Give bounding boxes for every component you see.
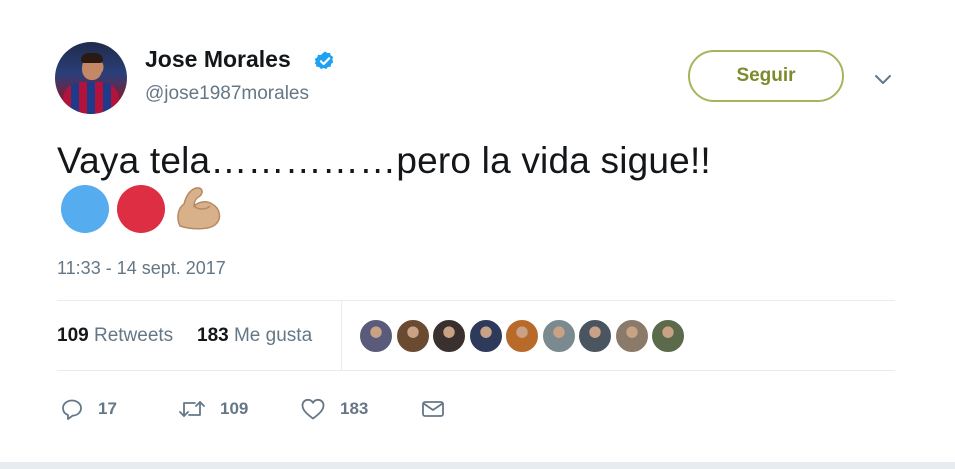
reply-action[interactable]: 17 xyxy=(60,395,117,423)
heart-icon xyxy=(301,398,325,420)
liker-avatar[interactable] xyxy=(540,318,577,354)
tweet-text: Vaya tela……………pero la vida sigue!! xyxy=(57,140,711,181)
divider xyxy=(57,370,895,371)
tweet-card: Jose Morales @jose1987morales Seguir Vay… xyxy=(0,0,955,469)
liker-avatar[interactable] xyxy=(577,318,613,354)
liker-avatar[interactable] xyxy=(431,318,467,354)
verified-badge-icon xyxy=(314,51,334,69)
flexed-biceps-icon xyxy=(177,187,221,230)
retweet-count: 109 xyxy=(220,399,249,418)
liker-avatar[interactable] xyxy=(613,318,650,354)
liker-avatar[interactable] xyxy=(650,318,686,354)
tweet-timestamp[interactable]: 11:33 - 14 sept. 2017 xyxy=(57,258,226,279)
reply-icon xyxy=(62,399,82,420)
retweet-icon xyxy=(179,401,205,417)
retweet-action[interactable]: 109 xyxy=(178,395,248,423)
blue-circle-icon xyxy=(61,185,109,233)
bottom-border xyxy=(0,462,955,469)
follow-button[interactable]: Seguir xyxy=(688,50,844,102)
liker-avatar[interactable] xyxy=(467,318,504,354)
like-action[interactable]: 183 xyxy=(300,395,368,423)
divider xyxy=(57,300,895,301)
stats-divider xyxy=(341,300,342,370)
author-name[interactable]: Jose Morales xyxy=(145,46,291,73)
author-handle[interactable]: @jose1987morales xyxy=(145,83,309,105)
avatar-jersey xyxy=(63,82,119,114)
like-count: 183 xyxy=(340,399,369,418)
retweets-count: 109 xyxy=(57,325,89,346)
tweet-emojis xyxy=(60,182,230,234)
envelope-icon xyxy=(422,401,444,417)
chevron-down-icon[interactable] xyxy=(872,68,894,90)
red-circle-icon xyxy=(117,185,165,233)
direct-message-action[interactable] xyxy=(420,395,446,423)
likes-stat[interactable]: 183 Me gusta xyxy=(197,325,312,347)
retweets-stat[interactable]: 109 Retweets xyxy=(57,325,173,347)
author-avatar[interactable] xyxy=(55,42,127,114)
likes-count: 183 xyxy=(197,325,229,346)
reply-count: 17 xyxy=(98,399,117,418)
liker-avatar[interactable] xyxy=(358,318,394,354)
retweets-label: Retweets xyxy=(93,325,174,346)
likes-label: Me gusta xyxy=(233,325,313,346)
liker-avatar[interactable] xyxy=(504,318,540,354)
avatar-hair xyxy=(81,53,103,63)
liker-avatar[interactable] xyxy=(394,318,431,354)
